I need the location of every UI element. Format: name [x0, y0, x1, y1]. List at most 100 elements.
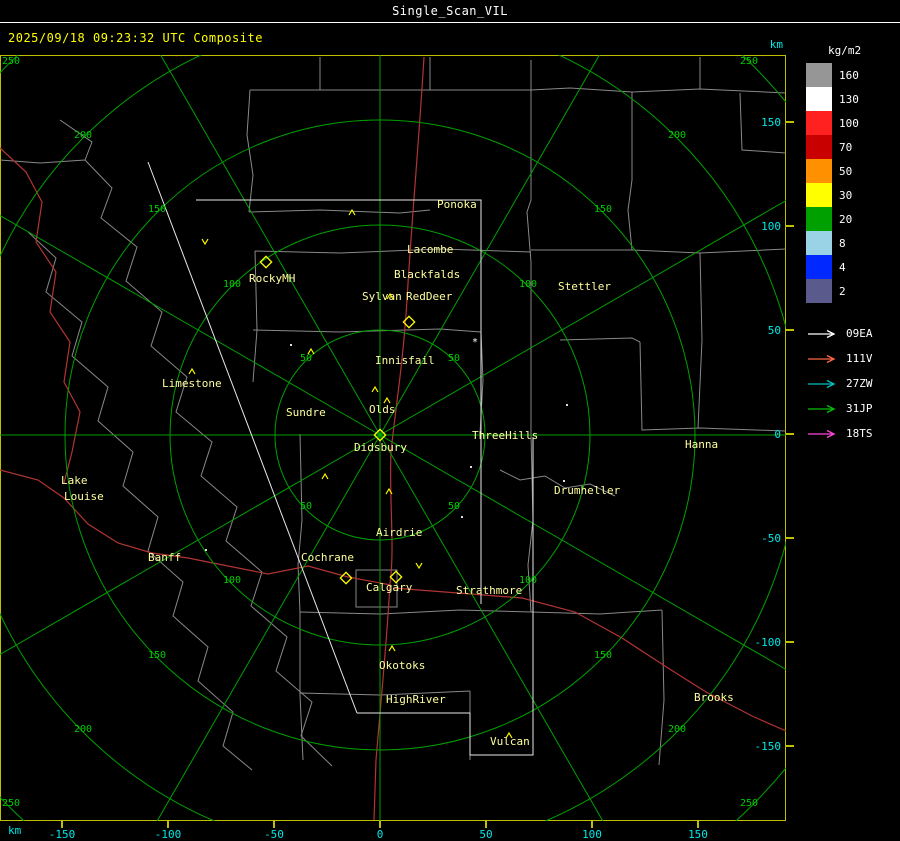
echo-dot: [461, 516, 463, 518]
colorbar-swatch: [806, 159, 832, 183]
colorbar-value: 160: [839, 68, 859, 82]
colorbar-swatch: [806, 111, 832, 135]
colorbar-swatch: [806, 207, 832, 231]
station-arrow-icon: [808, 354, 836, 363]
ring-distance-label: 200: [74, 724, 92, 735]
town-label: Brooks: [694, 691, 734, 704]
colorbar-entry: 4: [806, 255, 900, 279]
right-panel: kg/m2 160 130 100 70 50 30 20 8 4 2 09EA 111V 27ZW 3…: [806, 44, 900, 446]
town-label: Didsbury: [354, 441, 407, 454]
right-axis-label: -100: [755, 636, 782, 649]
colorbar-value: 20: [839, 212, 853, 226]
ring-distance-label: 50: [448, 353, 460, 364]
ring-distance-label: 250: [2, 56, 20, 67]
echo-dot: [563, 480, 565, 482]
town-marker-caret: [321, 472, 329, 480]
station-arrow-icon: [808, 429, 836, 438]
colorbar-value: 30: [839, 188, 853, 202]
right-axis-label: 150: [761, 116, 781, 129]
town-label: Strathmore: [456, 584, 522, 597]
ring-distance-label: 150: [594, 650, 612, 661]
ring-distance-label: 150: [148, 204, 166, 215]
bottom-axis-unit: km: [8, 824, 22, 837]
right-axis-label: 100: [761, 220, 781, 233]
bottom-axis-label: -150: [49, 828, 76, 841]
right-axis-label: -50: [761, 532, 781, 545]
colorbar-swatch: [806, 279, 832, 303]
town-label: Ponoka: [437, 198, 477, 211]
radar-display[interactable]: 50 5050 50100 100100 100150 150150 150200 20020…: [0, 0, 900, 841]
echo-dot: [566, 404, 568, 406]
colorbar-entry: 8: [806, 231, 900, 255]
station-arrow-icon: [808, 404, 836, 413]
colorbar-swatch: [806, 87, 832, 111]
colorbar-swatch: [806, 183, 832, 207]
bottom-axis-label: 50: [479, 828, 492, 841]
town-label: Stettler: [558, 280, 611, 293]
right-axis-label: -150: [755, 740, 782, 753]
right-axis-label: 50: [768, 324, 781, 337]
town-label: Lake: [61, 474, 88, 487]
colorbar-value: 50: [839, 164, 853, 178]
azimuth-line: [156, 434, 381, 821]
echo-dot: [205, 549, 207, 551]
station-legend-row: 18TS: [806, 421, 900, 446]
ring-distance-label: 50: [448, 501, 460, 512]
azimuth-line: [160, 55, 381, 436]
town-label: Blackfalds: [394, 268, 460, 281]
colorbar-entry: 160: [806, 63, 900, 87]
bottom-axis-label: 100: [582, 828, 602, 841]
azimuth-line: [0, 215, 381, 436]
town-label: Cochrane: [301, 551, 354, 564]
station-id: 18TS: [846, 427, 873, 440]
azimuth-line: [379, 434, 786, 670]
town-label: RockyMH: [249, 272, 295, 285]
colorbar-entry: 2: [806, 279, 900, 303]
town-marker-caret: [388, 644, 396, 652]
radar-coverage-outline: [147, 161, 534, 756]
echo-dot: [470, 466, 472, 468]
v-marker: [201, 238, 209, 246]
ring-distance-label: 200: [668, 130, 686, 141]
town-label: Sylvan: [362, 290, 402, 303]
right-axis-unit: km: [770, 38, 784, 51]
colorbar-unit: kg/m2: [828, 44, 862, 57]
town-label: Drumheller: [554, 484, 621, 497]
bottom-axis-label: 150: [688, 828, 708, 841]
town-marker-caret: [371, 385, 379, 393]
azimuth-line: [379, 200, 786, 436]
ring-distance-label: 150: [148, 650, 166, 661]
station-legend-row: 31JP: [806, 396, 900, 421]
azimuth-line: [379, 55, 600, 436]
colorbar-value: 100: [839, 116, 859, 130]
colorbar-entry: 20: [806, 207, 900, 231]
town-label: Sundre: [286, 406, 326, 419]
town-label: Limestone: [162, 377, 222, 390]
ring-distance-label: 100: [223, 279, 241, 290]
ring-distance-label: 200: [668, 724, 686, 735]
ring-distance-label: 50: [300, 501, 312, 512]
bottom-axis-label: -50: [264, 828, 284, 841]
station-id: 111V: [846, 352, 873, 365]
bottom-axis-label: 0: [377, 828, 384, 841]
town-label: Airdrie: [376, 526, 422, 539]
station-legend-row: 09EA: [806, 321, 900, 346]
colorbar-swatch: [806, 135, 832, 159]
station-legend-row: 27ZW: [806, 371, 900, 396]
ring-distance-label: 250: [740, 56, 758, 67]
town-label: Louise: [64, 490, 104, 503]
colorbar-entry: 130: [806, 87, 900, 111]
town-label: ThreeHills: [472, 429, 538, 442]
town-marker-caret: [188, 367, 196, 375]
town-label: HighRiver: [386, 693, 446, 706]
town-label: RedDeer: [406, 290, 453, 303]
town-label: Okotoks: [379, 659, 425, 672]
town-label: Calgary: [366, 581, 413, 594]
colorbar-swatch: [806, 255, 832, 279]
town-label: Banff: [148, 551, 181, 564]
ring-distance-label: 150: [594, 204, 612, 215]
colorbar-value: 130: [839, 92, 859, 106]
station-legend: 09EA 111V 27ZW 31JP 18TS: [806, 321, 900, 446]
colorbar-entries: 160 130 100 70 50 30 20 8 4 2: [806, 63, 900, 303]
right-axis-label: 0: [774, 428, 781, 441]
